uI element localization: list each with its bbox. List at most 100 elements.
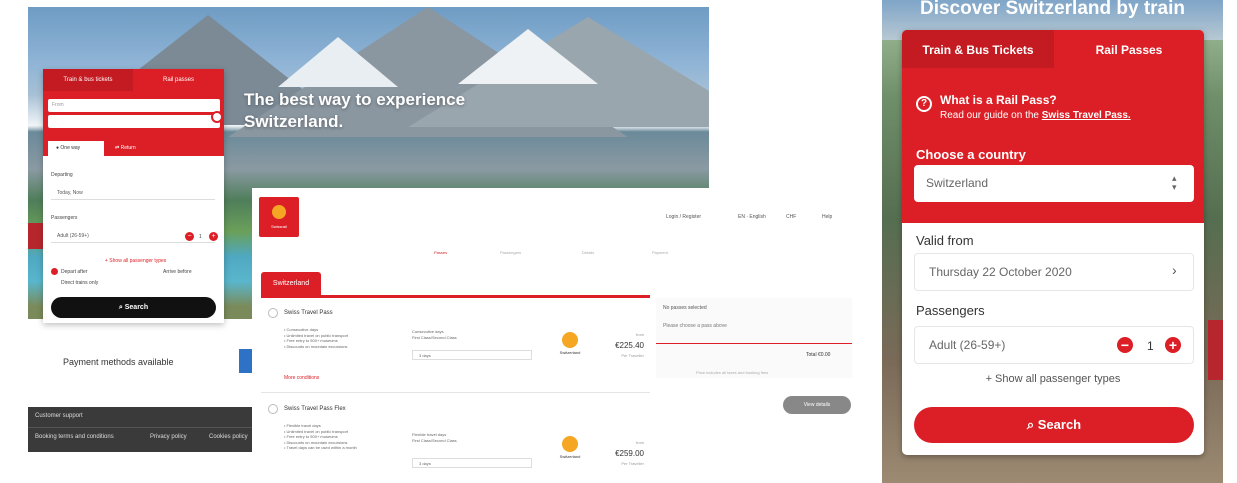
tab-train-bus-tickets[interactable]: Train & Bus Tickets bbox=[902, 30, 1054, 68]
search-button-label: Search bbox=[124, 304, 149, 311]
search-button[interactable]: ⌕ Search bbox=[51, 297, 216, 318]
view-details-button[interactable]: View details bbox=[783, 396, 851, 414]
pass-price: €225.40 bbox=[615, 341, 644, 350]
summary-note: Price includes all taxes and booking fee… bbox=[696, 370, 769, 375]
show-all-passengers-link[interactable]: + Show all passenger types bbox=[902, 373, 1204, 385]
language-selector[interactable]: EN · English bbox=[738, 214, 766, 220]
payment-methods-label: Payment methods available bbox=[63, 357, 174, 367]
pass-title: Swiss Travel Pass bbox=[284, 310, 333, 316]
pass-info: Flexible travel days First Class/Second … bbox=[412, 432, 457, 443]
country-label: Choose a country bbox=[916, 147, 1026, 162]
departing-select[interactable]: Today, Now bbox=[51, 186, 215, 200]
passengers-label: Passengers bbox=[51, 215, 78, 221]
login-link[interactable]: Login / Register bbox=[666, 214, 701, 220]
order-summary: No passes selected Please choose a pass … bbox=[656, 298, 852, 378]
cookies-link[interactable]: Cookies policy bbox=[209, 434, 248, 440]
return-toggle[interactable]: ⇄ Return bbox=[107, 141, 163, 156]
plus-icon[interactable]: + bbox=[1165, 337, 1181, 353]
rail-pass-results-screenshot: Swissrail Login / Register EN · English … bbox=[252, 188, 857, 483]
chevron-right-icon: › bbox=[1172, 262, 1177, 278]
pass-price: €259.00 bbox=[615, 449, 644, 458]
country-select[interactable]: Switzerland bbox=[914, 165, 1194, 202]
help-text-body: Read our guide on the bbox=[940, 110, 1039, 121]
search-button[interactable]: ⌕ Search bbox=[914, 407, 1194, 443]
select-arrows-icon: ▴ ▾ bbox=[1172, 173, 1177, 192]
arrive-before-label[interactable]: Arrive before bbox=[163, 269, 192, 275]
logo-text: Swissrail bbox=[271, 224, 287, 229]
return-label: Return bbox=[120, 145, 136, 151]
minus-icon[interactable]: − bbox=[185, 232, 194, 241]
switzerland-brand: Switzerland bbox=[548, 332, 592, 355]
direct-trains-checkbox[interactable]: Direct trains only bbox=[61, 280, 98, 286]
brand-label: Switzerland bbox=[559, 454, 581, 459]
show-all-passengers-link[interactable]: + Show all passenger types bbox=[105, 258, 166, 264]
terms-link[interactable]: Booking terms and conditions bbox=[35, 434, 114, 440]
depart-after-label: Depart after bbox=[61, 269, 88, 275]
pass-features: • Consecutive days • Unlimited travel on… bbox=[284, 327, 349, 349]
tab-underline bbox=[261, 295, 650, 298]
tab-rail-passes[interactable]: Rail passes bbox=[133, 69, 224, 91]
valid-from-label: Valid from bbox=[916, 233, 974, 248]
summary-title: No passes selected bbox=[663, 305, 707, 311]
page-title: Discover Switzerland by train bbox=[919, 0, 1186, 19]
pass-radio[interactable] bbox=[268, 404, 278, 414]
one-way-label: One way bbox=[60, 145, 81, 151]
departing-label: Departing bbox=[51, 172, 73, 178]
rail-pass-form: Train & Bus Tickets Rail Passes ? What i… bbox=[902, 30, 1204, 455]
search-widget-header: Train & bus tickets Rail passes From ● O… bbox=[43, 69, 224, 156]
plus-icon[interactable]: + bbox=[209, 232, 218, 241]
switzerland-brand: Switzerland bbox=[548, 436, 592, 459]
step-passengers: Passengers bbox=[500, 250, 522, 255]
to-input[interactable] bbox=[48, 115, 220, 128]
help-text: Read our guide on the Swiss Travel Pass. bbox=[940, 110, 1131, 121]
swap-stations-icon[interactable] bbox=[211, 111, 223, 123]
price-suffix: Per Traveller bbox=[621, 461, 644, 466]
mobile-rail-pass-screenshot: Discover Switzerland by train Train & Bu… bbox=[882, 0, 1223, 483]
amex-logo-icon bbox=[239, 349, 253, 373]
price-prefix: from bbox=[636, 332, 644, 337]
tab-train-bus-tickets[interactable]: Train & bus tickets bbox=[43, 69, 133, 91]
switzerland-logo-icon bbox=[562, 332, 578, 348]
step-details: Details bbox=[582, 250, 595, 255]
logo-mark-icon bbox=[272, 205, 286, 219]
duration-select[interactable]: 3 days bbox=[412, 458, 532, 468]
from-input[interactable]: From bbox=[48, 99, 220, 112]
brand-label: Switzerland bbox=[559, 350, 581, 355]
valid-from-field[interactable]: Thursday 22 October 2020 bbox=[914, 253, 1194, 291]
summary-subtitle: Please choose a pass above bbox=[663, 323, 727, 329]
pass-info: Consecutive days First Class/Second Clas… bbox=[412, 329, 457, 340]
minus-icon[interactable]: − bbox=[1117, 337, 1133, 353]
hero-headline: The best way to experience Switzerland. bbox=[244, 90, 466, 131]
step-passes: Passes bbox=[434, 250, 448, 255]
passenger-count: 1 bbox=[1147, 339, 1154, 353]
privacy-link[interactable]: Privacy policy bbox=[150, 434, 187, 440]
train-image bbox=[1208, 320, 1223, 380]
currency-selector[interactable]: CHF bbox=[786, 214, 796, 220]
pass-radio[interactable] bbox=[268, 308, 278, 318]
help-icon: ? bbox=[916, 96, 932, 112]
one-way-toggle[interactable]: ● One way bbox=[48, 141, 104, 156]
help-link[interactable]: Help bbox=[822, 214, 832, 220]
passenger-count: 1 bbox=[199, 234, 202, 240]
tab-switzerland[interactable]: Switzerland bbox=[261, 272, 321, 296]
price-prefix: from bbox=[636, 440, 644, 445]
pass-features: • Flexible travel days • Unlimited trave… bbox=[284, 423, 357, 451]
card-divider bbox=[261, 392, 650, 393]
search-widget: Train & bus tickets Rail passes From ● O… bbox=[43, 69, 224, 323]
more-conditions-link[interactable]: More conditions bbox=[284, 375, 319, 381]
customer-support-link[interactable]: Customer support bbox=[35, 413, 83, 419]
brand-logo[interactable]: Swissrail bbox=[259, 197, 299, 237]
summary-total: Total €0.00 bbox=[806, 352, 831, 358]
help-title: What is a Rail Pass? bbox=[940, 93, 1057, 107]
price-suffix: Per Traveller bbox=[621, 353, 644, 358]
step-payment: Payment bbox=[652, 250, 668, 255]
depart-after-radio[interactable] bbox=[51, 268, 58, 275]
switzerland-logo-icon bbox=[562, 436, 578, 452]
summary-divider bbox=[656, 343, 852, 344]
swiss-travel-pass-link[interactable]: Swiss Travel Pass. bbox=[1042, 110, 1131, 121]
tab-rail-passes[interactable]: Rail Passes bbox=[1054, 30, 1204, 68]
passengers-label: Passengers bbox=[916, 303, 985, 318]
search-button-label: Search bbox=[1037, 417, 1082, 432]
pass-title: Swiss Travel Pass Flex bbox=[284, 406, 346, 412]
duration-select[interactable]: 3 days bbox=[412, 350, 532, 360]
